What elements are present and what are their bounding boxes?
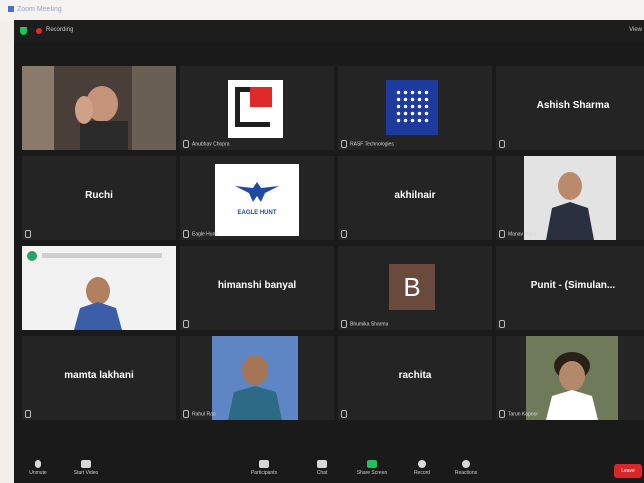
participant-name: Eagle Hunt [183, 230, 217, 238]
window-title: Zoom Meeting [8, 6, 62, 13]
muted-microphone-icon [341, 410, 347, 418]
share-screen-icon [367, 460, 377, 468]
desktop-background: Zoom Meeting [0, 0, 644, 22]
participant-tile[interactable]: EAGLE HUNT Eagle Hunt [180, 156, 334, 240]
security-shield-icon[interactable] [20, 27, 27, 35]
participant-name-display: himanshi banyal [217, 280, 297, 291]
company-logo: EAGLE HUNT [215, 164, 299, 236]
participant-video [524, 156, 616, 240]
participant-video [526, 336, 618, 420]
participant-name: Rahul Rao [183, 410, 216, 418]
participant-tile[interactable]: Ashish Sharma [496, 66, 644, 150]
reactions-icon [462, 460, 470, 468]
muted-microphone-icon [183, 140, 189, 148]
participant-name [183, 320, 192, 328]
muted-microphone-icon [499, 410, 505, 418]
start-video-button[interactable]: Start Video [66, 458, 106, 476]
participant-name-display: Ruchi [85, 190, 113, 201]
chat-button[interactable]: Chat [302, 458, 342, 476]
participant-name [341, 230, 350, 238]
muted-microphone-icon [499, 230, 505, 238]
participant-tile[interactable]: akhilnair [338, 156, 492, 240]
participant-name: Tarun Kapoor [499, 410, 538, 418]
participant-tile[interactable]: B Bhumika Sharma [338, 246, 492, 330]
participant-tile[interactable]: Punit - (Simulan... [496, 246, 644, 330]
participant-tile[interactable]: rachita [338, 336, 492, 420]
participant-tile[interactable]: Ruchi [22, 156, 176, 240]
muted-microphone-icon [183, 320, 189, 328]
participant-tile[interactable]: Tarun Kapoor [496, 336, 644, 420]
participant-name [499, 320, 508, 328]
logo-text: EAGLE HUNT [237, 210, 277, 216]
participant-name [25, 410, 34, 418]
chat-icon [317, 460, 327, 468]
participant-tile[interactable] [22, 66, 176, 150]
participant-video [22, 246, 176, 330]
muted-microphone-icon [25, 230, 31, 238]
participant-name: RASF Technologies [341, 140, 394, 148]
muted-microphone-icon [341, 140, 347, 148]
participant-tile[interactable]: himanshi banyal [180, 246, 334, 330]
participant-name-display: rachita [398, 370, 432, 381]
muted-microphone-icon [25, 410, 31, 418]
participant-name-display: Ashish Sharma [536, 100, 610, 111]
microphone-icon [35, 460, 41, 468]
record-icon [418, 460, 426, 468]
participant-video [212, 336, 298, 420]
recording-indicator-icon [36, 28, 42, 34]
people-icon [259, 460, 269, 468]
participant-video [22, 66, 176, 150]
muted-microphone-icon [341, 230, 347, 238]
muted-microphone-icon [183, 230, 189, 238]
participant-name-display: Punit - (Simulan... [530, 280, 616, 291]
video-camera-icon [81, 460, 91, 468]
muted-microphone-icon [499, 320, 505, 328]
reactions-button[interactable]: Reactions [446, 458, 486, 476]
participant-name [341, 410, 350, 418]
avatar: B [389, 264, 435, 310]
recording-label: Recording [46, 27, 74, 33]
zoom-meeting-window: Recording View Anubhav Chopra RASF Techn… [14, 20, 644, 483]
view-button[interactable]: View [629, 27, 642, 33]
participant-tile[interactable]: mamta lakhani [22, 336, 176, 420]
meeting-top-bar: Recording View [14, 20, 644, 42]
participants-button[interactable]: Participants [244, 458, 284, 476]
participant-name [499, 140, 508, 148]
muted-microphone-icon [341, 320, 347, 328]
participant-tile[interactable] [22, 246, 176, 330]
participant-name: Bhumika Sharma [341, 320, 388, 328]
share-screen-button[interactable]: Share Screen [352, 458, 392, 476]
eagle-icon [235, 182, 279, 202]
muted-microphone-icon [499, 140, 505, 148]
participant-tile[interactable]: Rahul Rao [180, 336, 334, 420]
participant-name-display: akhilnair [394, 190, 436, 201]
muted-microphone-icon [183, 410, 189, 418]
unmute-button[interactable]: Unmute [18, 458, 58, 476]
meeting-toolbar: Unmute Start Video Participants Chat Sha… [14, 456, 644, 483]
leave-button[interactable]: Leave [614, 464, 642, 478]
participant-tile[interactable]: Anubhav Chopra [180, 66, 334, 150]
participant-name [25, 230, 34, 238]
zoom-app-icon [8, 6, 14, 13]
record-button[interactable]: Record [402, 458, 442, 476]
participant-tile[interactable]: RASF Technologies [338, 66, 492, 150]
company-logo [386, 80, 438, 135]
company-logo [228, 80, 283, 138]
participant-name: Manav Mittal [499, 230, 536, 238]
participant-name: Anubhav Chopra [183, 140, 230, 148]
participant-tile[interactable]: Manav Mittal [496, 156, 644, 240]
participant-name-display: mamta lakhani [64, 370, 134, 381]
